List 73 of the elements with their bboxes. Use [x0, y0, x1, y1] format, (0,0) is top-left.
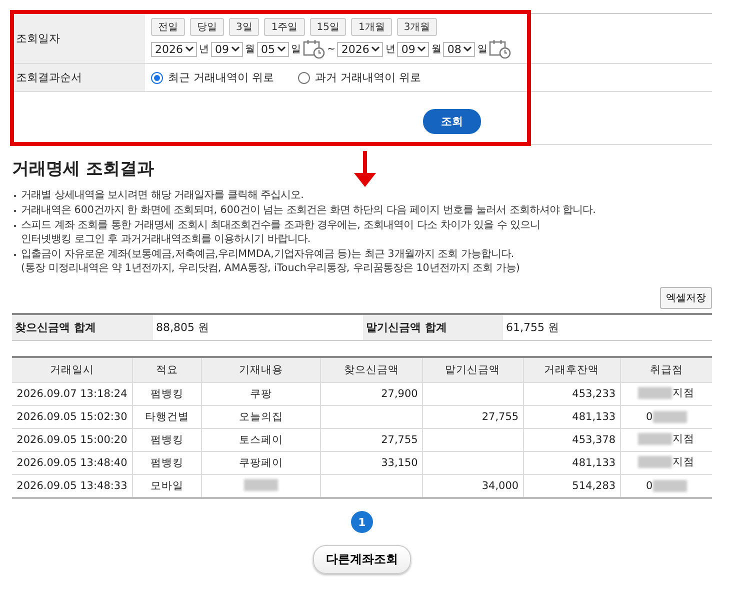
total-label: 찾으신금액 합계 [12, 315, 153, 340]
period-button[interactable]: 당일 [190, 18, 224, 36]
date-unit: 일 [291, 43, 301, 56]
radio-label: 최근 거래내역이 위로 [168, 70, 274, 85]
column-header: 취급점 [620, 357, 712, 382]
table-cell: 토스페이 [201, 428, 321, 452]
day-select[interactable]: 05 [257, 42, 289, 56]
note-text: 스피드 계좌 조회를 통한 거래명세 조회시 최대조회건수를 조과한 경우에는, 조회내역이 다소 차이가 있을 수 있으니 인터넷뱅킹 로그인 후 과거거래내역조회를 이용하시기 바랍니다. [21, 218, 540, 246]
date-unit: 월 [245, 43, 255, 56]
amount-cell: 514,283 [523, 474, 620, 498]
amount-cell: 33,150 [320, 452, 422, 474]
period-button[interactable]: 1개월 [351, 18, 392, 36]
table-cell: 모바일 [132, 474, 202, 498]
total-value: 61,755 원 [505, 320, 560, 336]
range-separator: ~ [327, 44, 336, 54]
total-label: 맡기신금액 합계 [363, 315, 503, 340]
column-header: 적요 [132, 357, 202, 382]
column-header: 기재내용 [201, 357, 321, 382]
amount-cell: 27,755 [422, 406, 524, 428]
date-cell[interactable]: 2026.09.07 13:18:24 [12, 382, 132, 406]
date-cell[interactable]: 2026.09.05 15:00:20 [12, 428, 132, 452]
column-header: 맡기신금액 [422, 357, 524, 382]
period-button[interactable]: 15일 [310, 18, 346, 36]
date-cell[interactable]: 2026.09.05 13:48:33 [12, 474, 132, 498]
column-header: 거래일시 [12, 357, 132, 382]
year-select[interactable]: 2026 [151, 42, 197, 56]
date-cell[interactable]: 2026.09.05 13:48:40 [12, 452, 132, 474]
table-cell: 쿠팡페이 [201, 452, 321, 474]
amount-cell: 27,755 [320, 428, 422, 452]
table-cell: 쿠팡 [201, 382, 321, 406]
branch-name: 지점 [672, 455, 694, 469]
date-unit: 년 [385, 43, 396, 56]
table-cell: 펌뱅킹 [132, 452, 202, 474]
other-account-button[interactable]: 다른계좌조회 [313, 545, 411, 574]
branch-name: 0 [646, 480, 653, 492]
page-button[interactable]: 1 [351, 511, 373, 533]
amount-cell: 453,378 [523, 428, 620, 452]
table-cell: 오늘의집 [201, 406, 321, 428]
branch-name: 지점 [672, 386, 694, 400]
period-button[interactable]: 3개월 [396, 18, 438, 36]
date-unit: 일 [477, 43, 488, 56]
section-title: 거래명세 조회결과 [12, 158, 154, 180]
branch-name: 0 [646, 411, 653, 423]
amount-cell: 453,233 [523, 382, 620, 406]
month-select[interactable]: 09 [211, 42, 243, 56]
search-button[interactable]: 조회 [423, 109, 481, 134]
period-button[interactable]: 3일 [229, 18, 260, 36]
total-value: 88,805 원 [155, 320, 210, 336]
table-cell: 타행건별 [132, 406, 202, 428]
amount-cell: 481,133 [523, 452, 620, 474]
note-text: 거래내역은 600건까지 한 화면에 조회되며, 600건이 넘는 조회건은 화면 하단의 다음 페이지 번호를 눌러서 조회하셔야 합니다. [21, 203, 596, 217]
date-unit: 년 [199, 43, 209, 56]
form-label: 조회결과순서 [12, 64, 145, 91]
month-select[interactable]: 09 [397, 42, 430, 56]
amount-cell: 27,900 [320, 382, 422, 406]
amount-cell: 481,133 [523, 406, 620, 428]
branch-name: 지점 [672, 432, 694, 446]
note-text: 거래별 상세내역을 보시려면 해당 거래일자를 클릭해 주십시오. [21, 188, 304, 202]
day-select[interactable]: 08 [443, 42, 476, 56]
amount-cell: 34,000 [422, 474, 524, 498]
table-cell: 펌뱅킹 [132, 428, 202, 452]
form-label: 조회일자 [12, 14, 145, 63]
period-button[interactable]: 1주일 [264, 18, 305, 36]
table-cell: 펌뱅킹 [132, 382, 202, 406]
radio-label: 과거 거래내역이 위로 [315, 70, 421, 85]
date-unit: 월 [431, 43, 442, 56]
year-select[interactable]: 2026 [337, 42, 384, 56]
period-button[interactable]: 전일 [151, 18, 185, 36]
note-text: 입출금이 자유로운 계좌(보통예금,저축예금,우리MMDA,기업자유예금 등)는 최근 3개월까지 조회 가능합니다. (통장 미정리내역은 약 1년전까지, 우리닷컴, AMA통장, iTouch우리통장, 우리꿈통장은 10년전까지 조회 가능) [21, 247, 520, 275]
column-header: 찾으신금액 [320, 357, 422, 382]
excel-save-button[interactable]: 엑셀저장 [660, 287, 712, 309]
column-header: 거래후잔액 [523, 357, 620, 382]
date-cell[interactable]: 2026.09.05 15:02:30 [12, 406, 132, 428]
